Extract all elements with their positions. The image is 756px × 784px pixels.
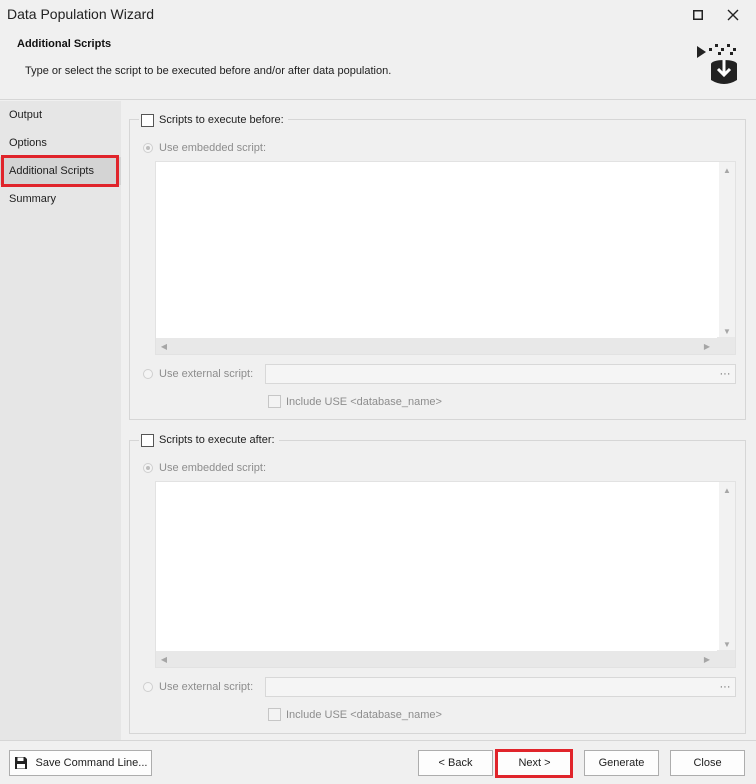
after-vertical-scrollbar[interactable]: ▲ ▼ — [719, 482, 735, 652]
scroll-corner — [717, 650, 735, 667]
before-external-label: Use external script: — [159, 368, 254, 380]
back-button[interactable]: < Back — [418, 750, 493, 776]
maximize-icon — [693, 10, 703, 20]
maximize-button[interactable] — [684, 4, 712, 26]
generate-button[interactable]: Generate — [584, 750, 659, 776]
sidebar-item-additional-scripts[interactable]: Additional Scripts — [0, 157, 121, 185]
before-checkbox-row[interactable]: Scripts to execute before: — [139, 112, 288, 128]
sidebar-item-options[interactable]: Options — [0, 129, 121, 157]
after-embedded-label: Use embedded script: — [159, 462, 266, 474]
before-include-use-label: Include USE <database_name> — [286, 395, 442, 408]
window-title: Data Population Wizard — [7, 6, 155, 22]
close-window-button[interactable] — [719, 4, 747, 26]
wizard-header: Additional Scripts Type or select the sc… — [0, 30, 756, 100]
save-icon — [14, 757, 27, 769]
after-include-use-checkbox[interactable] — [268, 708, 281, 721]
after-external-path-input[interactable]: ··· — [265, 677, 736, 697]
scroll-up-icon[interactable]: ▲ — [719, 484, 735, 496]
before-include-use-checkbox[interactable] — [268, 395, 281, 408]
before-embedded-label: Use embedded script: — [159, 142, 266, 154]
before-script-editor[interactable]: ▲ ▼ ◀ ▶ — [155, 161, 736, 355]
wizard-sidebar: Output Options Additional Scripts Summar… — [0, 101, 121, 740]
before-browse-button[interactable]: ··· — [716, 366, 734, 382]
before-external-option[interactable]: Use external script: — [143, 367, 253, 381]
page-description: Type or select the script to be executed… — [25, 65, 392, 77]
scroll-down-icon[interactable]: ▼ — [719, 325, 735, 337]
after-external-label: Use external script: — [159, 681, 254, 693]
after-include-use-label: Include USE <database_name> — [286, 708, 442, 721]
wizard-footer: Save Command Line... < Back Next > Gener… — [0, 740, 756, 784]
after-checkbox-row[interactable]: Scripts to execute after: — [139, 432, 279, 448]
close-button[interactable]: Close — [670, 750, 745, 776]
after-browse-button[interactable]: ··· — [716, 679, 734, 695]
after-external-option[interactable]: Use external script: — [143, 680, 253, 694]
scroll-up-icon[interactable]: ▲ — [719, 164, 735, 176]
after-checkbox-label: Scripts to execute after: — [159, 434, 275, 446]
before-embedded-option[interactable]: Use embedded script: — [143, 141, 266, 155]
sidebar-item-output[interactable]: Output — [0, 101, 121, 129]
after-include-use-row[interactable]: Include USE <database_name> — [268, 708, 442, 721]
page-title: Additional Scripts — [17, 38, 112, 50]
before-vertical-scrollbar[interactable]: ▲ ▼ — [719, 162, 735, 339]
after-horizontal-scrollbar[interactable]: ◀ ▶ — [156, 651, 719, 667]
save-command-line-label: Save Command Line... — [35, 757, 148, 769]
scroll-right-icon[interactable]: ▶ — [701, 653, 713, 665]
main-panel: Scripts to execute before: Use embedded … — [121, 101, 756, 740]
scroll-right-icon[interactable]: ▶ — [701, 340, 713, 352]
after-checkbox[interactable] — [141, 433, 154, 447]
before-embedded-radio[interactable] — [143, 143, 153, 153]
title-bar[interactable]: Data Population Wizard — [0, 0, 756, 30]
after-script-editor[interactable]: ▲ ▼ ◀ ▶ — [155, 481, 736, 668]
before-external-radio[interactable] — [143, 369, 153, 379]
after-embedded-radio[interactable] — [143, 463, 153, 473]
before-include-use-row[interactable]: Include USE <database_name> — [268, 395, 442, 408]
before-checkbox-label: Scripts to execute before: — [159, 114, 284, 126]
scroll-down-icon[interactable]: ▼ — [719, 638, 735, 650]
before-external-path-input[interactable]: ··· — [265, 364, 736, 384]
save-command-line-button[interactable]: Save Command Line... — [9, 750, 152, 776]
before-checkbox[interactable] — [141, 113, 154, 127]
next-button[interactable]: Next > — [497, 750, 572, 776]
scroll-corner — [717, 337, 735, 354]
database-script-icon — [697, 44, 737, 84]
after-external-radio[interactable] — [143, 682, 153, 692]
before-horizontal-scrollbar[interactable]: ◀ ▶ — [156, 338, 719, 354]
sidebar-item-summary[interactable]: Summary — [0, 185, 121, 213]
close-icon — [727, 9, 739, 21]
after-embedded-option[interactable]: Use embedded script: — [143, 461, 266, 475]
scroll-left-icon[interactable]: ◀ — [158, 340, 170, 352]
scroll-left-icon[interactable]: ◀ — [158, 653, 170, 665]
